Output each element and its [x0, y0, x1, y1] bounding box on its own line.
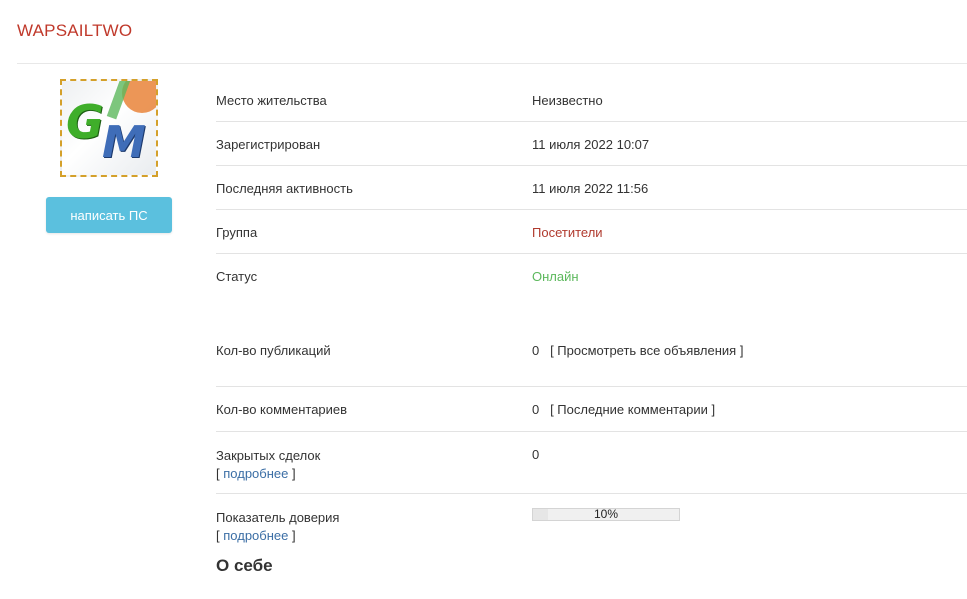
deals-label-block: Закрытых сделок [ подробнее ]	[216, 447, 320, 483]
last-activity-value: 11 июля 2022 11:56	[532, 181, 649, 196]
info-row-last-activity: Последняя активность 11 июля 2022 11:56	[216, 166, 967, 210]
avatar-letter-m: M	[102, 117, 146, 168]
info-row-residence: Место жительства Неизвестно	[216, 78, 967, 122]
trust-progress-fill	[533, 509, 548, 520]
profile-page: WAPSAILTWO G M написать ПС Место жительс…	[0, 0, 967, 599]
group-value: Посетители	[532, 225, 603, 240]
group-label: Группа	[216, 225, 258, 240]
trust-progress-value: 10%	[593, 507, 619, 521]
view-all-posts-link[interactable]: [ Просмотреть все объявления ]	[550, 343, 743, 358]
trust-more-close: ]	[292, 528, 296, 543]
posts-count: 0	[532, 343, 540, 358]
trust-label-block: Показатель доверия [ подробнее ]	[216, 509, 339, 545]
info-row-posts: Кол-во публикаций 0 [ Просмотреть все об…	[216, 343, 967, 387]
deals-label: Закрытых сделок	[216, 448, 321, 463]
trust-progress-bar: 10%	[532, 508, 680, 521]
deals-more-close: ]	[292, 466, 296, 481]
deals-more-open: [	[216, 466, 220, 481]
avatar: G M	[60, 79, 158, 177]
registered-value: 11 июля 2022 10:07	[532, 137, 650, 152]
comments-count: 0	[532, 402, 540, 417]
avatar-letter-g: G	[66, 95, 104, 149]
about-section-title: О себе	[216, 556, 273, 575]
info-row-trust: Показатель доверия [ подробнее ] 10%	[216, 494, 967, 554]
profile-info-table: Место жительства Неизвестно Зарегистриро…	[216, 78, 967, 554]
header-divider	[17, 63, 967, 64]
trust-label: Показатель доверия	[216, 510, 340, 525]
posts-value: 0 [ Просмотреть все объявления ]	[532, 343, 743, 358]
status-label: Статус	[216, 269, 258, 284]
status-badge: Онлайн	[532, 269, 579, 284]
comments-label: Кол-во комментариев	[216, 402, 348, 417]
comments-value: 0 [ Последние комментарии ]	[532, 402, 715, 417]
residence-value: Неизвестно	[532, 93, 603, 108]
last-activity-label: Последняя активность	[216, 181, 353, 196]
info-row-deals: Закрытых сделок [ подробнее ] 0	[216, 432, 967, 494]
info-row-group: Группа Посетители	[216, 210, 967, 254]
profile-username: WAPSAILTWO	[17, 21, 133, 40]
recent-comments-link[interactable]: [ Последние комментарии ]	[550, 402, 715, 417]
info-row-registered: Зарегистрирован 11 июля 2022 10:07	[216, 122, 967, 166]
residence-label: Место жительства	[216, 93, 327, 108]
deals-details-link[interactable]: подробнее	[223, 466, 288, 481]
deals-value: 0	[532, 447, 540, 462]
info-row-comments: Кол-во комментариев 0 [ Последние коммен…	[216, 387, 967, 432]
posts-label: Кол-во публикаций	[216, 343, 331, 358]
info-row-status: Статус Онлайн	[216, 254, 967, 343]
send-pm-button[interactable]: написать ПС	[46, 197, 172, 233]
registered-label: Зарегистрирован	[216, 137, 321, 152]
trust-more-open: [	[216, 528, 220, 543]
trust-details-link[interactable]: подробнее	[223, 528, 288, 543]
